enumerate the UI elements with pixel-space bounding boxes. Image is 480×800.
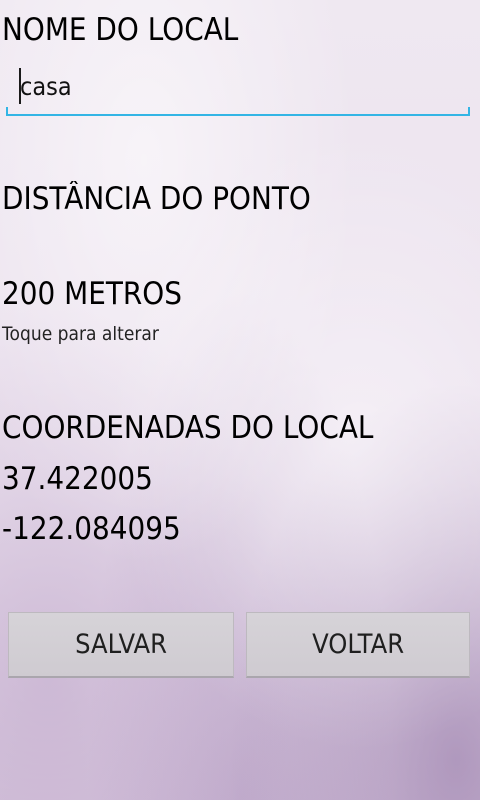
longitude-value: -122.084095 — [2, 511, 181, 547]
location-form-screen: NOME DO LOCAL casa DISTÂNCIA DO PONTO 20… — [0, 0, 480, 800]
place-name-input[interactable]: casa — [6, 58, 470, 116]
distance-label: DISTÂNCIA DO PONTO — [2, 181, 311, 217]
save-button-label: SALVAR — [75, 628, 167, 660]
back-button[interactable]: VOLTAR — [246, 612, 470, 678]
distance-value[interactable]: 200 METROS — [2, 276, 182, 312]
distance-hint[interactable]: Toque para alterar — [2, 323, 159, 345]
back-button-label: VOLTAR — [312, 628, 404, 660]
input-underline-right-tick — [468, 107, 470, 116]
save-button[interactable]: SALVAR — [8, 612, 234, 678]
input-underline — [6, 114, 470, 116]
place-name-value: casa — [20, 72, 72, 101]
input-underline-left-tick — [6, 107, 8, 116]
coordinates-label: COORDENADAS DO LOCAL — [2, 410, 374, 446]
latitude-value: 37.422005 — [2, 461, 153, 497]
place-name-label: NOME DO LOCAL — [2, 12, 239, 48]
